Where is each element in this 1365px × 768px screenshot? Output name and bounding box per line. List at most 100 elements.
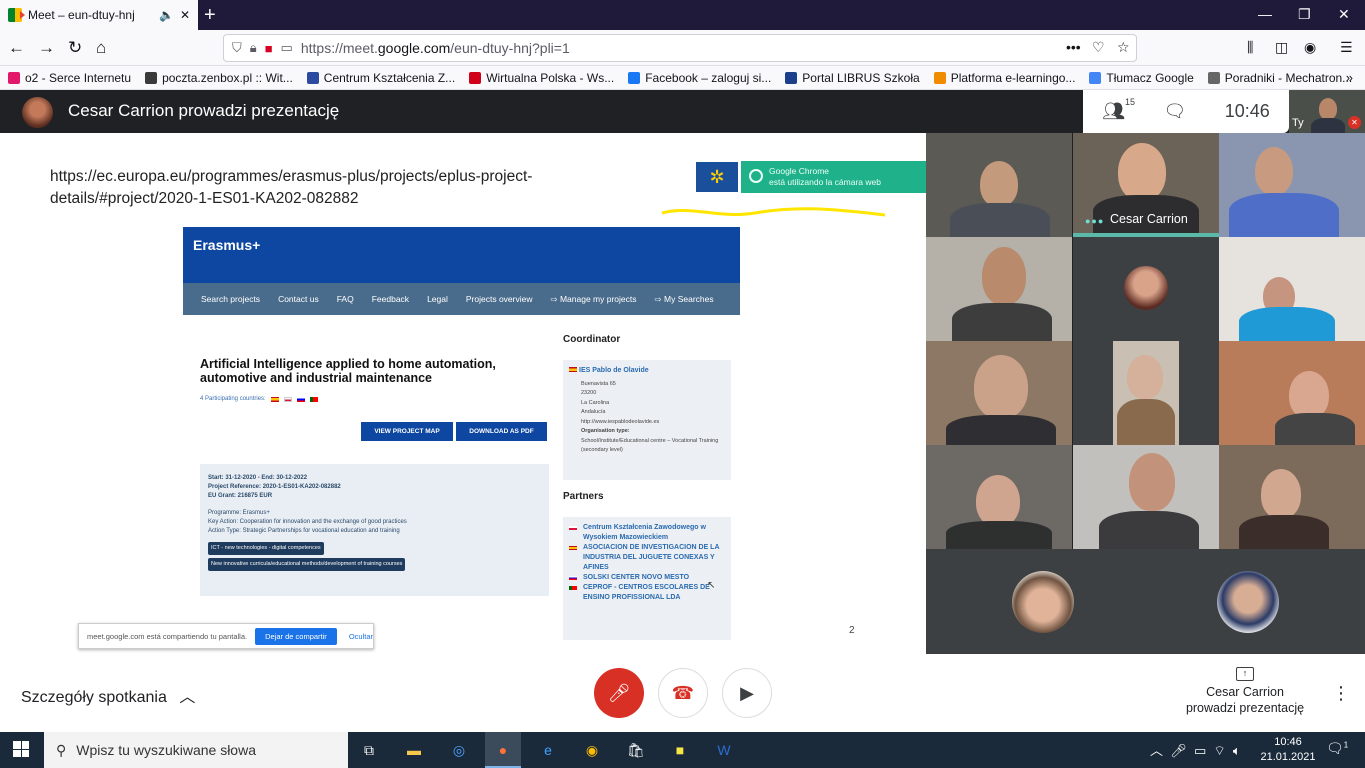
erasmus-nav-item[interactable]: Legal <box>427 294 448 304</box>
firefox-icon[interactable]: ● <box>491 738 515 762</box>
page-actions-icon[interactable]: ••• <box>1066 39 1081 55</box>
coordinator-address-line: http://www.iespablodeolavide.es <box>581 418 660 425</box>
word-icon[interactable]: W <box>712 738 736 762</box>
reload-icon[interactable]: ↻ <box>68 38 82 58</box>
leave-call-button[interactable]: ☎︎ <box>658 668 708 718</box>
restore-icon[interactable]: ❐ <box>1298 6 1311 23</box>
participant-avatar[interactable] <box>1012 571 1074 633</box>
taskbar-date: 21.01.2021 <box>1260 751 1316 763</box>
chat-icon[interactable]: 🗨︎ <box>1163 101 1186 122</box>
bookmark-item[interactable]: poczta.zenbox.pl :: Wit... <box>145 71 293 85</box>
menu-icon[interactable]: ☰ <box>1340 39 1353 56</box>
participant-tile[interactable] <box>1073 341 1219 445</box>
notification-center-icon[interactable]: 🗨︎1 <box>1326 740 1348 757</box>
windows-start-icon[interactable] <box>13 741 29 757</box>
spain-flag-icon <box>270 396 279 402</box>
stop-sharing-button[interactable]: Dejar de compartir <box>255 627 337 645</box>
shield-icon[interactable]: ⛉ <box>232 40 242 56</box>
task-view-icon[interactable]: ⧉ <box>357 738 381 762</box>
presenting-status[interactable]: ↑ Cesar Carrion prowadzi prezentację <box>1175 664 1315 716</box>
project-key-action: Key Action: Cooperation for innovation a… <box>208 519 407 525</box>
edge-icon[interactable]: e <box>536 738 560 762</box>
bookmark-item[interactable]: Facebook – zaloguj si... <box>628 71 771 85</box>
library-icon[interactable]: ⫼ <box>1247 39 1253 56</box>
meeting-details-toggle[interactable]: Szczegóły spotkania ︿ <box>21 683 195 707</box>
participants-icon[interactable]: 👥︎ 15 <box>1102 97 1135 122</box>
close-window-icon[interactable]: ✕ <box>1338 6 1350 23</box>
file-explorer-icon[interactable]: ▬ <box>402 738 426 762</box>
safari-compass-icon[interactable]: ◎ <box>447 738 471 762</box>
store-icon[interactable]: 🛍︎ <box>624 738 648 762</box>
countries-label: 4 Participating countries: <box>200 396 266 402</box>
home-icon[interactable]: ⌂ <box>96 38 106 58</box>
bookmark-favicon-icon <box>933 71 946 84</box>
participant-tile[interactable] <box>926 341 1072 445</box>
participant-tile[interactable] <box>1219 445 1365 549</box>
camera-icon[interactable]: ■ <box>265 41 273 56</box>
account-icon[interactable]: ◉ <box>1304 39 1316 56</box>
bookmark-label: o2 - Serce Internetu <box>25 70 132 85</box>
sidebar-icon[interactable]: ◫ <box>1275 39 1288 56</box>
more-bookmarks-icon[interactable]: » <box>1346 70 1353 85</box>
erasmus-nav-item[interactable]: Contact us <box>278 294 319 304</box>
erasmus-nav-item[interactable]: Search projects <box>201 294 260 304</box>
erasmus-nav-item[interactable]: ⇨ My Searches <box>655 294 714 305</box>
partner-item[interactable]: CEPROF - CENTROS ESCOLARES DE ENSINO PRO… <box>569 583 725 603</box>
partner-item[interactable]: SOLSKI CENTER NOVO MESTO <box>569 573 725 583</box>
download-pdf-button[interactable]: DOWNLOAD AS PDF <box>456 422 547 441</box>
participant-tile[interactable] <box>1219 237 1365 341</box>
lock-icon[interactable]: 🔒︎ <box>250 40 257 56</box>
bookmark-item[interactable]: Portal LIBRUS Szkoła <box>785 71 920 85</box>
participant-avatar[interactable] <box>1217 571 1279 633</box>
taskbar-search[interactable]: ⚲ Wpisz tu wyszukiwane słowa <box>44 732 348 768</box>
erasmus-nav-item[interactable]: Projects overview <box>466 294 533 304</box>
bookmark-item[interactable]: Poradniki - Mechatron... <box>1207 71 1352 85</box>
screen-share-icon[interactable]: ▭ <box>281 40 293 56</box>
coordinator-address-line: Andalucía <box>581 409 606 415</box>
participant-tile[interactable] <box>1073 445 1219 549</box>
more-options-icon[interactable]: ⋮ <box>1332 683 1350 704</box>
close-tab-icon[interactable]: ✕ <box>180 8 190 22</box>
participant-tile[interactable] <box>1073 237 1219 341</box>
url-bar[interactable]: ⛉ 🔒︎ ■ ▭ https://meet.google.com/eun-dtu… <box>223 34 1137 62</box>
meet-top-panel: 👥︎ 15 🗨︎ 10:46 <box>1083 90 1289 133</box>
erasmus-nav-item[interactable]: Feedback <box>372 294 409 304</box>
browser-tab-meet[interactable]: Meet – eun-dtuy-hnj 🔈 ✕ <box>0 0 198 30</box>
new-tab-button[interactable]: + <box>204 4 216 26</box>
coordinator-address-line: La Carolina <box>581 399 610 406</box>
participant-tile[interactable] <box>926 445 1072 549</box>
system-tray[interactable]: ︿ 🎤︎ ▭ ⌔ 🔈︎ <box>1150 740 1241 759</box>
taskbar-clock[interactable]: 10:46 21.01.2021 <box>1258 735 1318 765</box>
erasmus-nav-item[interactable]: FAQ <box>337 294 354 304</box>
presenting-line1: Cesar Carrion <box>1206 685 1284 699</box>
forward-icon[interactable]: → <box>38 38 55 58</box>
hide-share-notice-button[interactable]: Ocultar <box>349 632 373 641</box>
partner-flag-icon <box>569 576 577 580</box>
bookmark-item[interactable]: Wirtualna Polska - Ws... <box>469 71 614 85</box>
back-icon[interactable]: ← <box>8 38 25 58</box>
participant-tile[interactable] <box>926 133 1072 237</box>
minimize-icon[interactable]: — <box>1258 6 1272 22</box>
sticky-notes-icon[interactable]: ■ <box>668 738 692 762</box>
view-project-map-button[interactable]: VIEW PROJECT MAP <box>361 422 453 441</box>
partner-item[interactable]: Centrum Kształcenia Zawodowego w Wysokie… <box>569 523 725 543</box>
pocket-icon[interactable]: ♡ <box>1092 39 1105 56</box>
chrome-icon[interactable]: ◉ <box>580 738 604 762</box>
participant-tile[interactable] <box>1219 133 1365 237</box>
bookmark-item[interactable]: Platforma e-learningo... <box>933 71 1075 85</box>
erasmus-nav: Search projects Contact us FAQ Feedback Lega… <box>183 283 740 315</box>
bookmark-item[interactable]: Centrum Kształcenia Z... <box>306 71 455 85</box>
bookmark-item[interactable]: Tłumacz Google <box>1089 71 1194 85</box>
mic-off-button[interactable]: 🎤︎ <box>594 668 644 718</box>
partner-item[interactable]: ASOCIACION DE INVESTIGACION DE LA INDUST… <box>569 543 725 573</box>
participant-tile[interactable] <box>1219 341 1365 445</box>
erasmus-header: Erasmus+ <box>183 227 740 283</box>
camera-button[interactable]: ▶ <box>722 668 772 718</box>
bookmark-item[interactable]: o2 - Serce Internetu <box>8 71 131 85</box>
bookmark-favicon-icon <box>1207 71 1220 84</box>
bookmark-favicon-icon <box>469 71 482 84</box>
bookmark-star-icon[interactable]: ☆ <box>1117 39 1130 56</box>
erasmus-nav-item[interactable]: ⇨ Manage my projects <box>550 294 636 305</box>
participant-tile[interactable] <box>926 237 1072 341</box>
speaker-icon[interactable]: 🔈 <box>159 8 174 22</box>
